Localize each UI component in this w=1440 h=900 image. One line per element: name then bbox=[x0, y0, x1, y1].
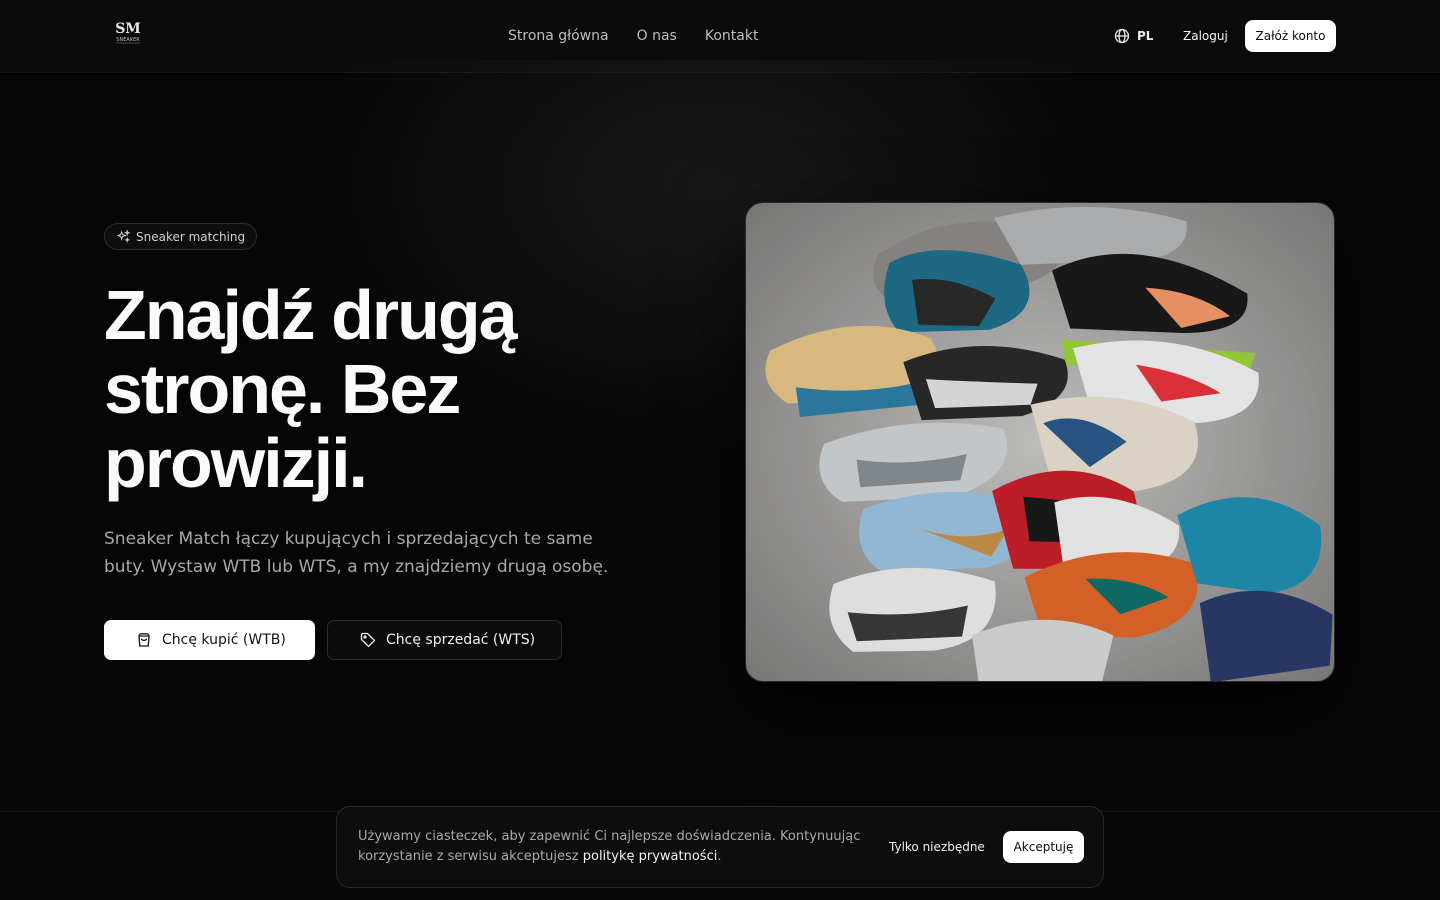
main-nav: Strona główna O nas Kontakt bbox=[508, 26, 758, 46]
hero-subtext: Sneaker Match łączy kupujących i sprzeda… bbox=[104, 529, 609, 577]
buy-wtb-button[interactable]: Chcę kupić (WTB) bbox=[104, 620, 315, 660]
nav-home-link[interactable]: Strona główna bbox=[508, 26, 609, 46]
nav-about-link[interactable]: O nas bbox=[637, 26, 677, 46]
headline-line-2: stronę. Bez bbox=[104, 350, 461, 428]
hero-headline: Znajdź drugą stronę. Bez prowizji. bbox=[104, 278, 664, 500]
badge-label: Sneaker matching bbox=[136, 229, 246, 244]
language-code: PL bbox=[1137, 29, 1154, 43]
svg-text:SM: SM bbox=[115, 21, 141, 37]
buy-button-label: Chcę kupić (WTB) bbox=[162, 632, 286, 648]
cookie-banner: Używamy ciasteczek, aby zapewnić Ci najl… bbox=[336, 806, 1104, 888]
headline-line-3: prowizji. bbox=[104, 424, 368, 502]
cookie-essential-button[interactable]: Tylko niezbędne bbox=[889, 837, 985, 857]
signup-button[interactable]: Załóż konto bbox=[1245, 20, 1336, 52]
privacy-policy-link[interactable]: politykę prywatności bbox=[583, 849, 718, 864]
sparkles-icon bbox=[117, 230, 130, 243]
site-header: SM SNEAKER Strona główna O nas Kontakt P… bbox=[0, 0, 1440, 73]
cookie-accept-button[interactable]: Akceptuję bbox=[1003, 831, 1084, 863]
language-switcher[interactable]: PL bbox=[1114, 26, 1153, 46]
globe-icon bbox=[1114, 28, 1130, 44]
tag-icon bbox=[360, 632, 376, 648]
login-button[interactable]: Zaloguj bbox=[1183, 26, 1228, 46]
hero-badge: Sneaker matching bbox=[104, 223, 258, 250]
sell-wts-button[interactable]: Chcę sprzedać (WTS) bbox=[327, 620, 562, 660]
brand-logo[interactable]: SM SNEAKER bbox=[110, 18, 146, 46]
cookie-message: Używamy ciasteczek, aby zapewnić Ci najl… bbox=[358, 827, 868, 867]
svg-text:SNEAKER: SNEAKER bbox=[116, 37, 140, 43]
sell-button-label: Chcę sprzedać (WTS) bbox=[386, 632, 536, 648]
headline-line-1: Znajdź drugą bbox=[104, 276, 518, 354]
sneakers-hero-image bbox=[745, 202, 1335, 682]
nav-contact-link[interactable]: Kontakt bbox=[705, 26, 759, 46]
shopping-bag-icon bbox=[138, 633, 150, 647]
cookie-message-end: . bbox=[717, 849, 722, 864]
